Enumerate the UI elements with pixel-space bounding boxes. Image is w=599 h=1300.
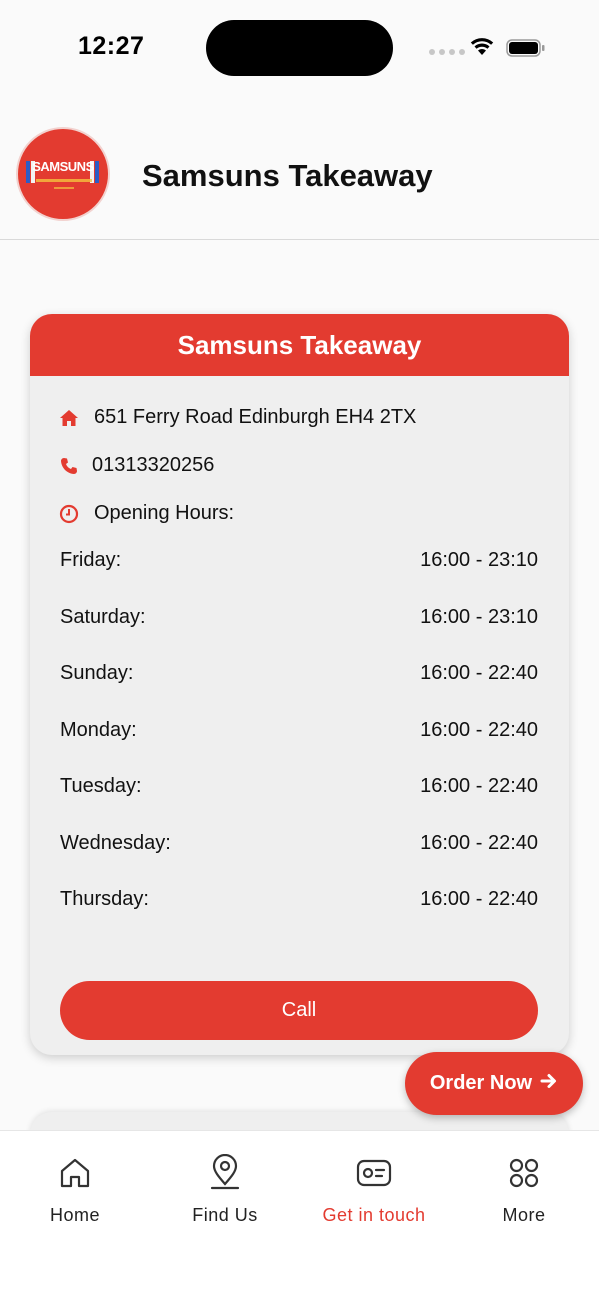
hours-time: 16:00 - 22:40 [420,719,538,741]
tab-home[interactable]: Home [0,1153,150,1233]
phone-row[interactable]: 01313320256 [58,454,214,477]
grid-icon [508,1153,540,1193]
opening-hours-row: Opening Hours: [58,502,234,525]
tab-find-us[interactable]: Find Us [150,1153,300,1233]
address-row: 651 Ferry Road Edinburgh EH4 2TX [58,406,416,429]
hours-time: 16:00 - 22:40 [420,775,538,797]
hours-row: Monday: 16:00 - 22:40 [60,719,538,742]
tab-label: More [502,1205,546,1225]
clock-icon [58,503,80,525]
hours-day: Saturday: [60,606,146,628]
hours-day: Wednesday: [60,832,171,854]
tab-label: Find Us [192,1205,258,1225]
hours-day: Monday: [60,719,137,741]
page-title: Samsuns Takeaway [142,158,433,193]
dynamic-island [206,20,393,76]
hours-time: 16:00 - 23:10 [420,606,538,628]
tab-label: Home [49,1205,100,1225]
phone-number[interactable]: 01313320256 [92,454,214,477]
hours-row: Sunday: 16:00 - 22:40 [60,662,538,685]
app-header: SAMSUNS Samsuns Takeaway [0,96,599,240]
order-now-label: Order Now [429,1072,533,1094]
battery-icon [506,39,545,57]
hours-time: 16:00 - 22:40 [420,888,538,910]
hours-day: Sunday: [60,662,134,684]
cellular-signal-icon [429,49,465,55]
home-icon [58,407,80,429]
home-icon [58,1153,92,1193]
hours-time: 16:00 - 23:10 [420,549,538,571]
card-title: Samsuns Takeaway [30,314,569,376]
arrow-right-icon [540,1072,558,1096]
logo-text: SAMSUNS [32,159,94,174]
status-time: 12:27 [78,32,145,60]
hours-row: Thursday: 16:00 - 22:40 [60,888,538,911]
bottom-tab-bar: Home Find Us Get in touch More [0,1130,599,1300]
status-bar: 12:27 [0,0,599,96]
hours-row: Tuesday: 16:00 - 22:40 [60,775,538,798]
address-text: 651 Ferry Road Edinburgh EH4 2TX [94,406,417,428]
hours-day: Friday: [60,549,122,571]
hours-time: 16:00 - 22:40 [420,662,538,684]
hours-row: Wednesday: 16:00 - 22:40 [60,832,538,855]
tab-more[interactable]: More [449,1153,599,1233]
tab-get-in-touch[interactable]: Get in touch [299,1153,449,1233]
location-pin-icon [208,1153,242,1193]
hours-day: Tuesday: [60,775,142,797]
hours-row: Saturday: 16:00 - 23:10 [60,606,538,629]
contact-card-icon [356,1153,392,1193]
order-now-button[interactable]: Order Now [405,1052,583,1115]
call-button[interactable]: Call [60,981,538,1040]
wifi-icon [470,38,494,55]
phone-icon [58,455,80,477]
restaurant-logo: SAMSUNS [16,127,110,221]
opening-hours-label: Opening Hours: [94,502,235,524]
hours-day: Thursday: [60,888,149,910]
hours-row: Friday: 16:00 - 23:10 [60,549,538,572]
restaurant-info-card: Samsuns Takeaway 651 Ferry Road Edinburg… [30,314,569,1055]
tab-label: Get in touch [322,1205,426,1225]
hours-time: 16:00 - 22:40 [420,832,538,854]
